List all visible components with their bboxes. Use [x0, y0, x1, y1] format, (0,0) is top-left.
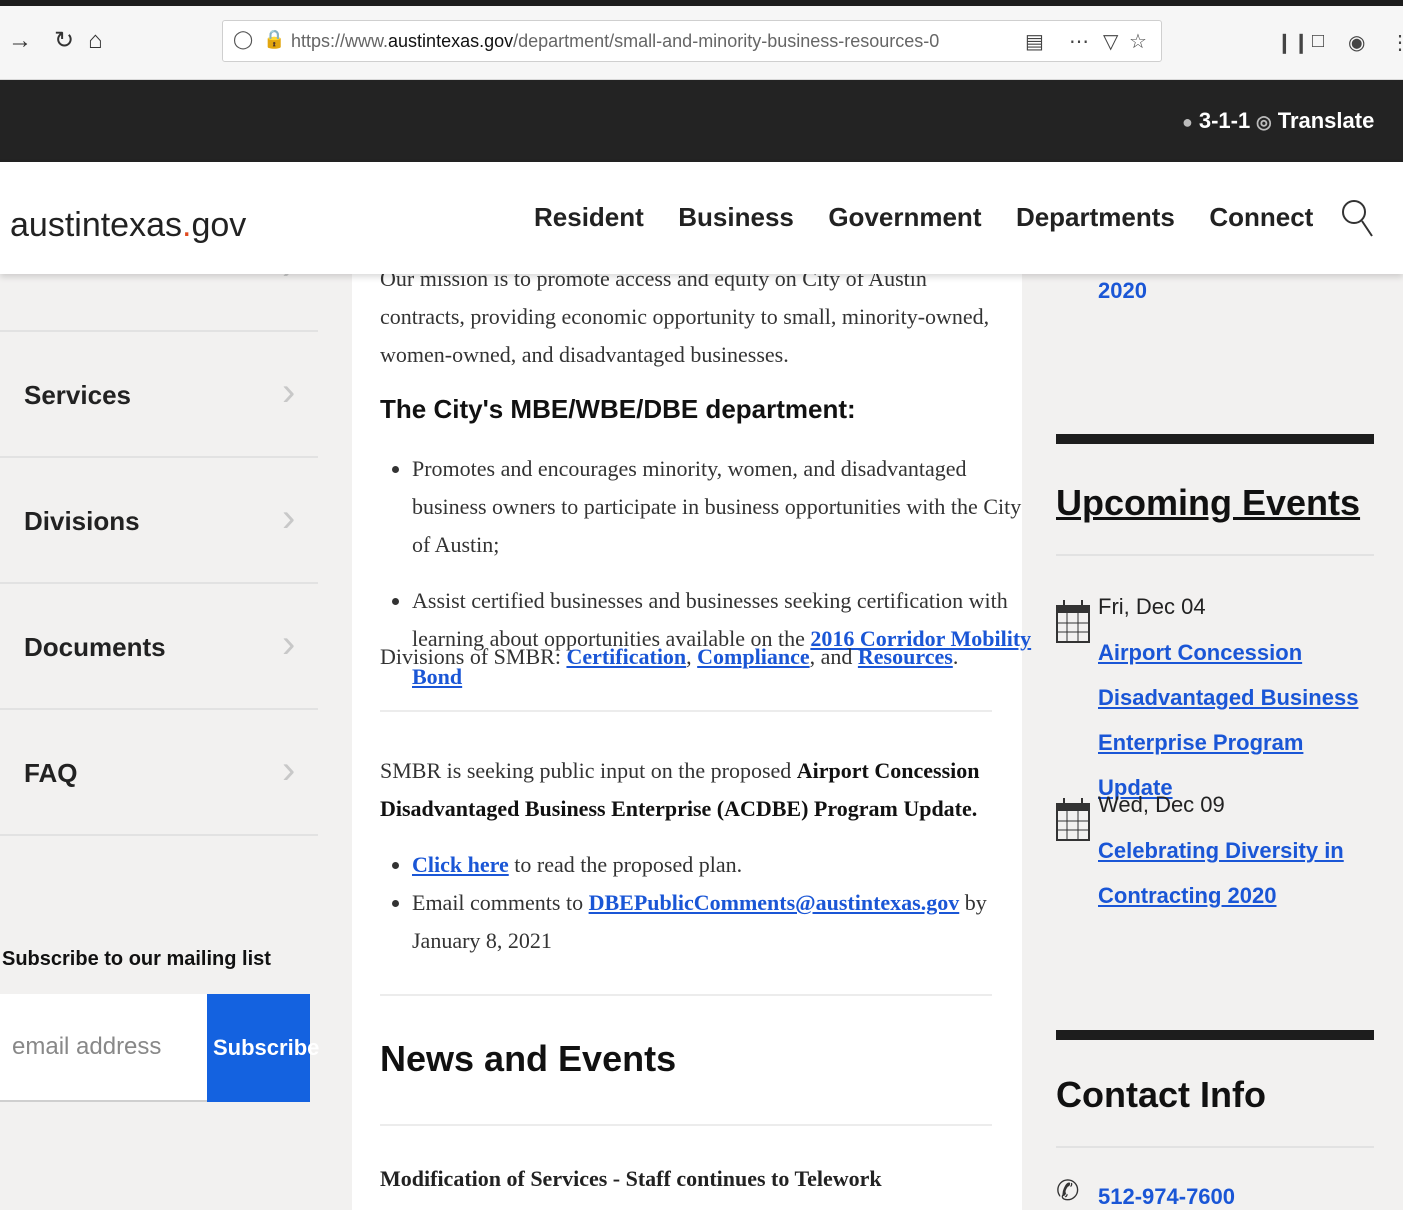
shield-icon[interactable]: ◯ — [233, 29, 253, 50]
site-logo[interactable]: austintexas.gov — [10, 206, 246, 245]
sidebar-toggle-icon[interactable]: □ — [1312, 30, 1324, 53]
event-date: Fri, Dec 04 — [1098, 594, 1206, 619]
click-here-link[interactable]: Click here — [412, 852, 509, 877]
back-arrow-icon[interactable]: → — [8, 24, 32, 58]
phone-icon: ✆ — [1056, 1175, 1080, 1206]
chevron-right-icon: › — [282, 748, 296, 792]
nav-connect[interactable]: Connect — [1209, 202, 1313, 232]
mission-text: Our mission is to promote access and equ… — [380, 266, 990, 367]
sidebar-item-documents[interactable]: Documents › — [0, 584, 318, 710]
divider — [380, 994, 992, 996]
more-actions-icon[interactable]: ⋯ — [1069, 29, 1089, 54]
pocket-icon[interactable]: ▽ — [1103, 29, 1118, 54]
dept-heading: The City's MBE/WBE/DBE department: — [380, 394, 856, 424]
sidebar-item-faq[interactable]: FAQ › — [0, 710, 318, 836]
main-content: Our mission is to promote access and equ… — [352, 266, 1031, 1210]
certification-link[interactable]: Certification — [566, 644, 686, 669]
nav-business[interactable]: Business — [678, 202, 794, 232]
chevron-right-icon: › — [282, 622, 296, 666]
calendar-icon — [1056, 798, 1090, 841]
resources-link[interactable]: Resources — [858, 644, 953, 669]
list-item: Email comments to DBEPublicComments@aust… — [412, 884, 1032, 960]
translate-label: Translate — [1277, 108, 1375, 133]
phone-link[interactable]: 512-974-7600 — [1098, 1184, 1235, 1210]
chevron-right-icon: › — [282, 370, 296, 414]
divider — [380, 710, 992, 712]
event-link-partial[interactable]: 2020 — [1098, 278, 1147, 304]
browser-toolbar: → ↻ ⌂ ◯ 🔒 https://www.austintexas.gov/de… — [0, 0, 1403, 80]
url-text[interactable]: https://www.austintexas.gov/department/s… — [291, 31, 939, 52]
nav-departments[interactable]: Departments — [1016, 202, 1175, 232]
event-title-link[interactable]: Celebrating Diversity in Contracting 202… — [1098, 828, 1368, 918]
section-bar — [1056, 434, 1374, 444]
subscribe-title: Subscribe to our mailing list — [2, 948, 271, 970]
compliance-link[interactable]: Compliance — [697, 644, 809, 669]
home-icon[interactable]: ⌂ — [88, 24, 103, 58]
globe-icon: ◎ — [1256, 112, 1272, 132]
chevron-right-icon: › — [282, 496, 296, 540]
public-input-text: SMBR is seeking public input on the prop… — [380, 758, 980, 821]
main-nav: Resident Business Government Departments… — [534, 202, 1343, 233]
library-icon[interactable]: ❙❙ — [1276, 30, 1310, 55]
reader-view-icon[interactable]: ▤ — [1025, 29, 1044, 54]
address-bar[interactable]: ◯ 🔒 https://www.austintexas.gov/departme… — [222, 20, 1162, 62]
sidebar-item-label: Divisions — [24, 506, 140, 536]
news-item-link[interactable]: Modification of Services - Staff continu… — [380, 1166, 882, 1192]
nav-resident[interactable]: Resident — [534, 202, 644, 232]
event-title-link[interactable]: Airport Concession Disadvantaged Busines… — [1098, 630, 1368, 810]
list-item: Promotes and encourages minority, women,… — [412, 450, 1032, 564]
news-heading: News and Events — [380, 1038, 677, 1079]
account-icon[interactable]: ◉ — [1348, 30, 1365, 55]
list-item: Click here to read the proposed plan. — [412, 846, 1032, 884]
menu-icon[interactable]: ⋮ — [1390, 30, 1403, 55]
sidebar-item-divisions[interactable]: Divisions › — [0, 458, 318, 584]
sidebar-item-label: FAQ — [24, 758, 78, 788]
sidebar-item-label: Documents — [24, 632, 166, 662]
sidebar-item-services[interactable]: Services › — [0, 332, 318, 458]
three-one-one-link[interactable]: ● 3-1-1 — [1182, 108, 1250, 134]
sidebar-item-label: Services — [24, 380, 131, 410]
lock-icon: 🔒 — [263, 29, 286, 49]
nav-government[interactable]: Government — [828, 202, 981, 232]
subscribe-button[interactable]: Subscribe — [207, 994, 319, 1102]
divider — [380, 1124, 992, 1126]
comments-email-link[interactable]: DBEPublicComments@austintexas.gov — [589, 890, 960, 915]
divider — [1056, 1146, 1374, 1148]
divider — [1056, 554, 1374, 556]
contact-heading: Contact Info — [1056, 1074, 1266, 1115]
utility-bar: ● 3-1-1 ◎ Translate — [0, 80, 1403, 162]
site-header: austintexas.gov Resident Business Govern… — [0, 162, 1403, 274]
bookmark-star-icon[interactable]: ☆ — [1129, 29, 1147, 54]
input-list: Click here to read the proposed plan. Em… — [380, 846, 1032, 960]
email-field[interactable] — [0, 994, 207, 1102]
events-heading[interactable]: Upcoming Events — [1056, 482, 1360, 524]
search-icon[interactable] — [1340, 198, 1374, 238]
translate-link[interactable]: ◎ Translate — [1256, 108, 1374, 134]
three-one-one-label: 3-1-1 — [1198, 108, 1251, 133]
info-icon: ● — [1182, 112, 1193, 132]
section-bar — [1056, 1030, 1374, 1040]
calendar-icon — [1056, 600, 1090, 643]
divisions-text: Divisions of SMBR: Certification, Compli… — [380, 644, 959, 669]
event-date: Wed, Dec 09 — [1098, 792, 1225, 817]
reload-icon[interactable]: ↻ — [54, 24, 74, 58]
